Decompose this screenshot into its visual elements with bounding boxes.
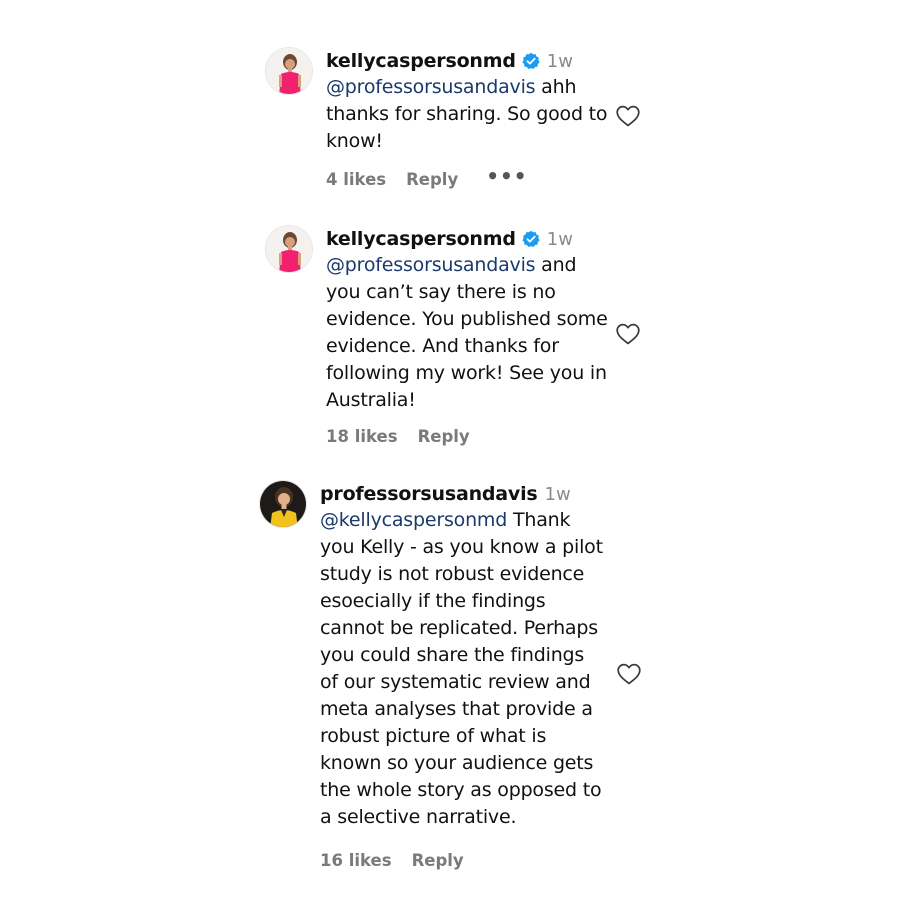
avatar-yellow-jacket-icon (260, 481, 306, 527)
user-avatar[interactable] (265, 47, 313, 95)
comment-text-line: know! (326, 130, 383, 152)
likes-count[interactable]: 18 likes (326, 427, 398, 446)
like-heart-icon[interactable] (616, 662, 642, 686)
comment-text-line: Australia! (326, 389, 416, 411)
user-mention-link[interactable]: @kellycaspersonmd (320, 509, 507, 531)
user-mention-link[interactable]: @professorsusandavis (326, 254, 536, 276)
verified-badge-icon (522, 52, 540, 70)
comment-text-line: you could share the findings (320, 644, 585, 666)
comment-text-line: you Kelly - as you know a pilot (320, 536, 603, 558)
comment-text-line: ahh (535, 76, 577, 98)
verified-badge-icon (522, 230, 540, 248)
comment-text-line: of our systematic review and (320, 671, 591, 693)
like-heart-icon[interactable] (615, 104, 641, 128)
comment-text-line: robust picture of what is (320, 725, 547, 747)
comment-text: @kellycaspersonmd Thank you Kelly - as y… (320, 507, 603, 831)
comment-text: @professorsusandavis ahh thanks for shar… (326, 74, 608, 155)
comment-time: 1w (546, 228, 573, 250)
comment-text-line: study is not robust evidence (320, 563, 585, 585)
comment-text-line: evidence. And thanks for (326, 335, 559, 357)
comment-text: @professorsusandavis and you can’t say t… (326, 252, 608, 414)
reply-button[interactable]: Reply (406, 170, 458, 189)
comment-text-line: esoecially if the findings (320, 590, 546, 612)
reply-button[interactable]: Reply (412, 851, 464, 870)
user-mention-link[interactable]: @professorsusandavis (326, 76, 536, 98)
likes-count[interactable]: 4 likes (326, 170, 386, 189)
avatar-pink-dress-icon (266, 48, 312, 94)
comment-text-line: and (535, 254, 577, 276)
comment-text-line: a selective narrative. (320, 806, 517, 828)
comment-username[interactable]: kellycaspersonmd (326, 50, 516, 72)
comment-text-line: Thank (507, 509, 571, 531)
comment-username[interactable]: professorsusandavis (320, 483, 538, 505)
avatar-pink-dress-icon (266, 226, 312, 272)
comment-time: 1w (546, 50, 573, 72)
comment-text-line: known so your audience gets (320, 752, 594, 774)
comment-text-line: cannot be replicated. Perhaps (320, 617, 598, 639)
comment-text-line: thanks for sharing. So good to (326, 103, 608, 125)
reply-button[interactable]: Reply (418, 427, 470, 446)
likes-count[interactable]: 16 likes (320, 851, 392, 870)
comment-time: 1w (544, 483, 571, 505)
user-avatar[interactable] (265, 225, 313, 273)
comment-username[interactable]: kellycaspersonmd (326, 228, 516, 250)
comment-text-line: you can’t say there is no (326, 281, 556, 303)
comment-text-line: the whole story as opposed to (320, 779, 602, 801)
more-options-icon[interactable]: ••• (486, 166, 527, 186)
comment-text-line: evidence. You published some (326, 308, 608, 330)
comment-text-line: following my work! See you in (326, 362, 607, 384)
comment-text-line: meta analyses that provide a (320, 698, 593, 720)
like-heart-icon[interactable] (615, 322, 641, 346)
user-avatar[interactable] (259, 480, 307, 528)
